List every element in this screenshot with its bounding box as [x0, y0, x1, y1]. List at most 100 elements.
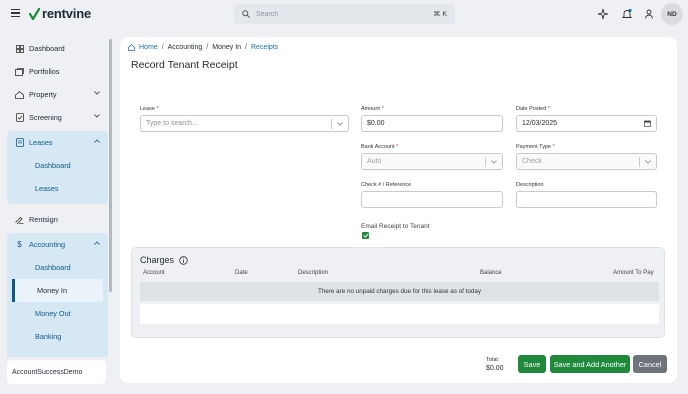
charges-title-text: Charges	[140, 255, 175, 265]
sidebar-item-portfolios[interactable]: Portfolios	[7, 60, 108, 83]
main-panel: Home / Accounting / Money In / Receipts …	[120, 37, 677, 383]
logo-text: rentvine	[42, 6, 91, 21]
user-icon[interactable]	[643, 8, 655, 20]
sidebar-item-accounting[interactable]: $ Accounting	[7, 233, 108, 256]
charges-footer-row	[140, 304, 659, 324]
chevron-down-icon[interactable]	[645, 160, 651, 164]
sidebar-subitem-leases-leases[interactable]: Leases	[7, 177, 108, 200]
breadcrumb-money-in[interactable]: Money In	[212, 44, 241, 51]
chevron-down-icon[interactable]	[94, 114, 100, 118]
breadcrumb-home[interactable]: Home	[139, 44, 158, 51]
column-header-amount-to-pay: Amount To Pay	[613, 270, 654, 276]
sidebar-scrollbar[interactable]	[109, 39, 112, 292]
total-label: Total:	[486, 357, 500, 363]
divider	[639, 157, 640, 167]
payment-type-select[interactable]: Check	[516, 153, 657, 170]
sidebar-group-accounting: $ Accounting Dashboard Money In Money Ou…	[7, 233, 108, 357]
sidebar-item-property[interactable]: Property	[7, 83, 108, 106]
sidebar-subitem-money-in[interactable]: Money In	[12, 279, 103, 302]
property-icon	[15, 90, 24, 99]
breadcrumb-accounting[interactable]: Accounting	[168, 44, 203, 51]
chevron-up-icon[interactable]	[94, 139, 100, 143]
amount-label: Amount *	[361, 106, 384, 112]
column-header-account: Account	[143, 270, 165, 276]
rentsign-icon	[15, 215, 24, 224]
dollar-icon: $	[17, 240, 22, 249]
payment-type-field: Payment Type * Check	[516, 144, 657, 170]
sidebar-item-label: Dashboard	[29, 44, 65, 53]
sidebar-item-leases[interactable]: Leases	[7, 131, 108, 154]
date-posted-value: 12/03/2025	[522, 120, 558, 127]
sidebar-item-label: Rentsign	[29, 215, 58, 224]
bank-account-label: Bank Account *	[361, 144, 399, 150]
app-logo[interactable]: rentvine	[29, 6, 91, 21]
notifications-bell-icon[interactable]	[621, 8, 633, 20]
user-avatar[interactable]: ND	[661, 3, 683, 25]
sidebar-item-label: Leases	[29, 138, 53, 147]
search-icon	[242, 10, 250, 18]
date-posted-field: Date Posted * 12/03/2025	[516, 106, 657, 132]
sidebar-item-rentsign[interactable]: Rentsign	[7, 208, 108, 231]
breadcrumb-separator: /	[206, 44, 209, 51]
checkmark-icon	[362, 233, 369, 238]
chevron-down-icon[interactable]	[94, 91, 100, 95]
calendar-icon[interactable]	[644, 120, 651, 127]
search-bar[interactable]: Search ⌘ K	[234, 4, 455, 24]
sidebar-item-label: Screening	[29, 113, 62, 122]
payment-type-label: Payment Type *	[516, 144, 555, 150]
dashboard-icon	[15, 44, 24, 53]
save-and-add-another-button[interactable]: Save and Add Another	[550, 355, 630, 373]
lease-search-input[interactable]: Type to search...	[140, 115, 349, 132]
total-value: $0.00	[486, 365, 504, 372]
divider	[485, 157, 486, 167]
sidebar-item-label: Property	[29, 90, 57, 99]
bank-account-select[interactable]: Auto	[361, 153, 503, 170]
description-input[interactable]	[516, 191, 657, 208]
amount-field: Amount * $0.00	[361, 106, 503, 132]
check-reference-input[interactable]	[361, 191, 503, 208]
charges-empty-message: There are no unpaid charges due for this…	[140, 282, 659, 301]
sparkle-icon[interactable]	[597, 8, 609, 20]
sidebar-item-screening[interactable]: Screening	[7, 106, 108, 129]
date-posted-label: Date Posted *	[516, 106, 550, 112]
column-header-balance: Balance	[480, 270, 502, 276]
page-title: Record Tenant Receipt	[131, 59, 238, 71]
home-icon[interactable]	[128, 44, 135, 51]
breadcrumb-receipts[interactable]: Receipts	[251, 44, 278, 51]
lease-field: Lease * Type to search...	[140, 106, 349, 132]
breadcrumb: Home / Accounting / Money In / Receipts	[128, 44, 278, 51]
payment-type-value: Check	[522, 158, 542, 165]
chevron-up-icon[interactable]	[94, 241, 100, 245]
description-field: Description	[516, 182, 657, 208]
portfolios-icon	[15, 67, 24, 76]
cancel-button[interactable]: Cancel	[633, 355, 667, 373]
sidebar: Dashboard Portfolios Property Screening …	[7, 37, 108, 357]
sidebar-subitem-banking[interactable]: Banking	[7, 325, 108, 348]
chevron-down-icon[interactable]	[491, 160, 497, 164]
date-posted-input[interactable]: 12/03/2025	[516, 115, 657, 132]
info-icon[interactable]	[179, 255, 188, 265]
column-header-date: Date	[235, 270, 248, 276]
bank-account-value: Auto	[367, 158, 382, 165]
sidebar-subitem-leases-dashboard[interactable]: Dashboard	[7, 154, 108, 177]
email-receipt-checkbox[interactable]	[362, 232, 369, 239]
amount-input[interactable]: $0.00	[361, 115, 503, 132]
amount-value: $0.00	[367, 120, 385, 127]
save-button[interactable]: Save	[518, 355, 546, 373]
sidebar-subitem-transactions[interactable]: Transactions	[7, 348, 108, 357]
description-label: Description	[516, 182, 544, 188]
sidebar-item-label: Portfolios	[29, 67, 60, 76]
account-switcher[interactable]: AccountSuccessDemo	[7, 360, 106, 384]
search-input[interactable]: Search	[256, 11, 433, 18]
sidebar-item-dashboard[interactable]: Dashboard	[7, 37, 108, 60]
check-reference-field: Check # / Reference	[361, 182, 503, 208]
chevron-down-icon[interactable]	[337, 122, 343, 126]
divider	[331, 119, 332, 129]
rentvine-logo-icon	[29, 7, 40, 20]
menu-icon[interactable]	[11, 9, 20, 17]
charges-title: Charges	[140, 255, 188, 265]
lease-label: Lease *	[140, 106, 159, 112]
sidebar-subitem-accounting-dashboard[interactable]: Dashboard	[7, 256, 108, 279]
bank-account-field: Bank Account * Auto	[361, 144, 503, 170]
sidebar-subitem-money-out[interactable]: Money Out	[7, 302, 108, 325]
